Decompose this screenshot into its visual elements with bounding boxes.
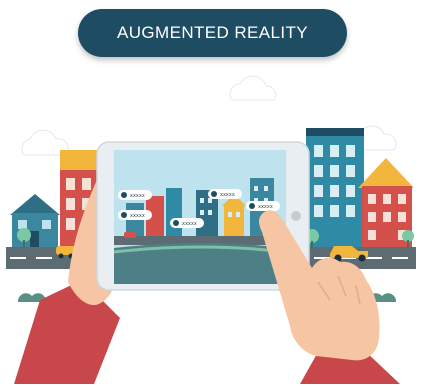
ar-tag-label: xxxxx	[130, 193, 145, 199]
ar-tag-label: xxxxx	[220, 192, 235, 198]
ar-tag: xxxxx	[118, 190, 152, 200]
home-button-icon	[291, 211, 301, 221]
ar-tag-label: xxxxx	[182, 221, 197, 227]
ar-tag: xxxxx	[208, 189, 242, 199]
ar-illustration: xxxxx xxxxx xxxxx xxxxx xxxxx	[6, 75, 416, 384]
ar-tag: xxxxx	[246, 201, 280, 211]
ar-tag-label: xxxxx	[258, 204, 273, 210]
ar-tag-label: xxxxx	[130, 213, 145, 219]
ar-tag: xxxxx	[118, 210, 152, 220]
cloud-top	[229, 75, 277, 101]
ar-tag: xxxxx	[170, 218, 204, 228]
house-left-blue	[10, 194, 60, 247]
